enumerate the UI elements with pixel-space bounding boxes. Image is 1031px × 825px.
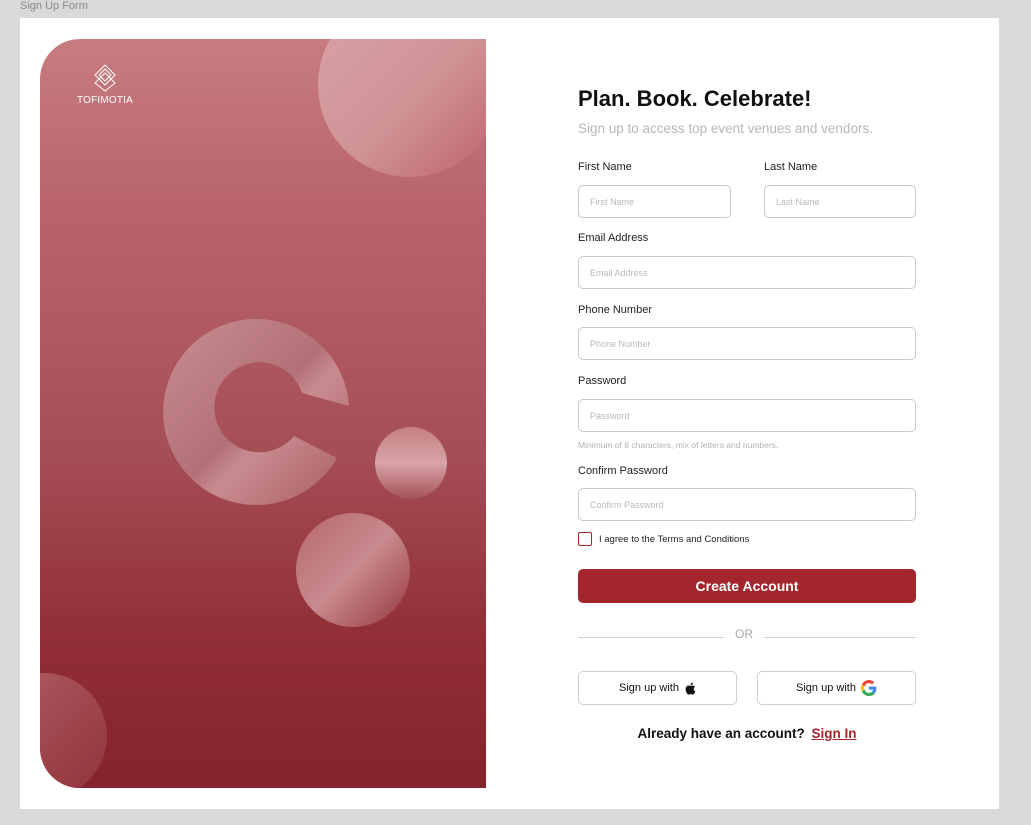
phone-input[interactable] [578,327,916,360]
first-name-input[interactable] [578,185,731,218]
apple-signup-label: Sign up with [619,682,679,694]
create-account-button[interactable]: Create Account [578,569,916,603]
signup-card: TOFIMOTIA Plan. Book. Celebrate! Sign up… [20,18,999,809]
email-input[interactable] [578,256,916,289]
apple-icon [684,682,696,695]
or-divider: OR [735,627,753,641]
form-subtitle: Sign up to access top event venues and v… [578,121,873,136]
email-label: Email Address [578,232,649,244]
terms-checkbox[interactable] [578,532,592,546]
first-name-label: First Name [578,161,632,173]
confirm-password-input[interactable] [578,488,916,521]
last-name-label: Last Name [764,161,818,173]
terms-row: I agree to the Terms and Conditions [578,532,749,546]
decorative-shapes [40,39,486,788]
signin-row: Already have an account? Sign In [578,726,916,741]
diamond-logo-icon [94,64,116,92]
hero-panel: TOFIMOTIA [40,39,486,788]
sign-in-link[interactable]: Sign In [812,726,857,741]
brand-logo: TOFIMOTIA [76,63,134,106]
google-signup-label: Sign up with [796,682,856,694]
mid-circle-shape [296,513,410,627]
phone-label: Phone Number [578,304,652,316]
frame-label: Sign Up Form [20,0,88,12]
last-name-input[interactable] [764,185,916,218]
password-hint: Minimum of 8 characters, mix of letters … [578,440,779,450]
password-label: Password [578,375,627,387]
form-title: Plan. Book. Celebrate! [578,86,812,111]
divider-line-right [764,637,916,638]
signin-prompt: Already have an account? [637,726,805,741]
bottom-circle-shape [40,673,107,788]
small-circle-shape [375,427,447,499]
password-input[interactable] [578,399,916,432]
confirm-password-label: Confirm Password [578,465,668,477]
google-icon [860,680,877,696]
terms-label[interactable]: I agree to the Terms and Conditions [599,534,749,545]
divider-line-left [578,637,724,638]
c-shape [163,318,349,505]
google-signup-button[interactable]: Sign up with [757,671,916,705]
top-circle-shape [318,39,486,177]
apple-signup-button[interactable]: Sign up with [578,671,737,705]
brand-name: TOFIMOTIA [76,95,134,106]
